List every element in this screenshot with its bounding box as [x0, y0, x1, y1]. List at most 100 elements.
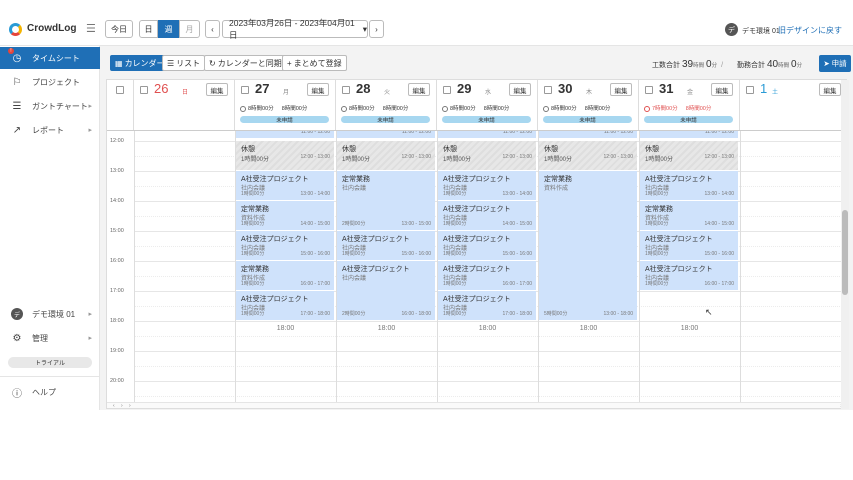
- user-name[interactable]: デモ環境 01: [742, 26, 780, 36]
- day-number: 1: [760, 81, 768, 96]
- time-entry[interactable]: A社受注プロジェクト 社内会議 1時間00分 15:00 - 16:00: [438, 231, 536, 261]
- status-badge[interactable]: 未申請: [543, 116, 632, 124]
- time-entry[interactable]: A社受注プロジェクト 社内会議 1時間00分 16:00 - 17:00: [438, 261, 536, 291]
- day-checkbox[interactable]: [241, 86, 249, 94]
- select-all-checkbox[interactable]: [116, 86, 124, 94]
- time-entry[interactable]: A社受注プロジェクト 社内会議 2時間00分 16:00 - 18:00: [337, 261, 435, 321]
- calendar-sync-button[interactable]: ↻ カレンダーと同期: [204, 55, 287, 71]
- time-entry[interactable]: A社受注プロジェクト 社内会議 1時間00分 13:00 - 14:00: [640, 171, 738, 201]
- status-badge[interactable]: 未申請: [240, 116, 329, 124]
- day-checkbox[interactable]: [443, 86, 451, 94]
- time-entry[interactable]: A社受注プロジェクト 社内会議 1時間00分 13:00 - 14:00: [236, 171, 334, 201]
- time-entry[interactable]: 定常業務 社内会議 2時間00分 13:00 - 15:00: [337, 171, 435, 231]
- scrollbar-thumb[interactable]: [842, 210, 848, 295]
- event-duration: 2時間00分: [342, 221, 366, 227]
- time-entry[interactable]: A社受注プロジェクト 社内会議 1時間00分 14:00 - 15:00: [438, 201, 536, 231]
- scroll-right-icon[interactable]: ›: [121, 403, 123, 408]
- sidebar-item-report[interactable]: ↗ レポート ▸: [0, 119, 100, 141]
- scroll-right-icon[interactable]: ›: [129, 403, 131, 408]
- time-entry[interactable]: 11:00 - 12:00: [640, 130, 738, 139]
- day-checkbox[interactable]: [544, 86, 552, 94]
- sidebar-item-timesheet[interactable]: ◷ タイムシート !: [0, 47, 100, 69]
- event-subtitle: 社内会議: [342, 186, 367, 192]
- trial-badge: トライアル: [8, 357, 92, 368]
- sidebar-item-gantt[interactable]: ☰ ガントチャート ▸: [0, 95, 100, 117]
- chevron-right-icon: ▸: [88, 335, 92, 342]
- sidebar-item-label: デモ環境 01: [32, 309, 76, 319]
- event-duration: 1時間00分: [645, 281, 669, 287]
- time-entry[interactable]: 11:00 - 12:00: [236, 131, 334, 139]
- old-design-link[interactable]: 旧デザインに戻す: [778, 25, 842, 36]
- next-week-button[interactable]: ›: [369, 20, 384, 38]
- bulk-register-button[interactable]: + まとめて登録: [282, 55, 347, 71]
- view-day-button[interactable]: 日: [139, 20, 158, 38]
- time-entry[interactable]: A社受注プロジェクト 社内会議 1時間00分 16:00 - 17:00: [640, 261, 738, 291]
- time-entry[interactable]: A社受注プロジェクト 社内会議 1時間00分 15:00 - 16:00: [337, 231, 435, 261]
- date-range-selector[interactable]: 2023年03月26日 - 2023年04月01日 ▾: [222, 18, 368, 40]
- rest-event[interactable]: 休憩 1時間00分 12:00 - 13:00: [640, 141, 738, 171]
- day-number: 26: [154, 81, 169, 96]
- rest-event[interactable]: 休憩 1時間00分 12:00 - 13:00: [438, 141, 536, 171]
- event-duration: 1時間00分: [241, 251, 265, 257]
- day-checkbox[interactable]: [645, 86, 653, 94]
- time-entry[interactable]: 11:00 - 12:00: [438, 131, 536, 139]
- today-button[interactable]: 今日: [105, 20, 133, 38]
- view-month-button[interactable]: 月: [179, 20, 200, 38]
- status-badge[interactable]: 未申請: [644, 116, 733, 124]
- status-badge[interactable]: 未申請: [341, 116, 430, 124]
- edit-day-button[interactable]: 編集: [408, 83, 430, 96]
- event-time-range: 16:00 - 18:00: [401, 311, 431, 317]
- edit-day-button[interactable]: 編集: [509, 83, 531, 96]
- day-weekday: 日: [182, 90, 189, 96]
- rest-event[interactable]: 休憩 1時間00分 12:00 - 13:00: [236, 141, 334, 171]
- rest-event[interactable]: 休憩 1時間00分 12:00 - 13:00: [539, 141, 637, 171]
- event-time-range: 16:00 - 17:00: [300, 281, 330, 287]
- apply-button[interactable]: ➤ 申請: [819, 55, 851, 72]
- scroll-left-icon[interactable]: ‹: [113, 403, 115, 408]
- time-entry[interactable]: A社受注プロジェクト 社内会議 1時間00分 17:00 - 18:00: [438, 291, 536, 321]
- rest-event[interactable]: 休憩 1時間00分 12:00 - 13:00: [337, 141, 435, 171]
- time-entry[interactable]: A社受注プロジェクト 社内会議 1時間00分 15:00 - 16:00: [640, 231, 738, 261]
- time-entry[interactable]: 定常業務 資料作成 1時間00分 14:00 - 15:00: [640, 201, 738, 231]
- status-badge[interactable]: 未申請: [442, 116, 531, 124]
- edit-day-button[interactable]: 編集: [819, 83, 841, 96]
- sidebar-item-project[interactable]: ⚐ プロジェクト: [0, 71, 100, 93]
- time-entry[interactable]: 定常業務 資料作成 5時間00分 13:00 - 18:00: [539, 171, 637, 321]
- time-entry[interactable]: 定常業務 資料作成 1時間00分 14:00 - 15:00: [236, 201, 334, 231]
- sidebar-item-user[interactable]: デ デモ環境 01 ▸: [0, 303, 100, 325]
- event-duration: 5時間00分: [544, 311, 568, 317]
- user-avatar[interactable]: デ: [725, 23, 738, 36]
- time-entry[interactable]: A社受注プロジェクト 社内会議 1時間00分 15:00 - 16:00: [236, 231, 334, 261]
- list-view-button[interactable]: ☰ リスト: [162, 55, 206, 71]
- day-checkbox[interactable]: [746, 86, 754, 94]
- hamburger-icon[interactable]: ☰: [86, 22, 96, 35]
- time-label: 15:00: [110, 228, 124, 234]
- day-weekday: 土: [772, 90, 779, 96]
- event-time-range: 16:00 - 17:00: [502, 281, 532, 287]
- vertical-scrollbar[interactable]: [841, 80, 849, 409]
- edit-day-button[interactable]: 編集: [307, 83, 329, 96]
- event-time-range: 11:00 - 12:00: [704, 130, 734, 135]
- caret-down-icon: ▾: [362, 23, 367, 34]
- day-checkbox[interactable]: [342, 86, 350, 94]
- edit-day-button[interactable]: 編集: [711, 83, 733, 96]
- edit-day-button[interactable]: 編集: [610, 83, 632, 96]
- sidebar-item-admin[interactable]: ⚙ 管理 ▸: [0, 327, 100, 349]
- date-range-label: 2023年03月26日 - 2023年04月01日: [229, 18, 355, 40]
- sidebar-item-help[interactable]: ⓘ ヘルプ: [0, 381, 100, 403]
- send-icon: ➤: [823, 59, 830, 68]
- time-entry[interactable]: A社受注プロジェクト 社内会議 1時間00分 13:00 - 14:00: [438, 171, 536, 201]
- horizontal-scrollbar[interactable]: ‹ › › ›: [107, 402, 846, 408]
- view-week-button[interactable]: 週: [158, 20, 179, 38]
- time-entry[interactable]: 11:00 - 12:00: [539, 131, 637, 139]
- calendar-view-button[interactable]: ▦ カレンダー: [110, 55, 170, 71]
- time-entry[interactable]: 定常業務 資料作成 1時間00分 16:00 - 17:00: [236, 261, 334, 291]
- event-title: 休憩: [645, 146, 659, 153]
- event-duration: 1時間00分: [241, 221, 265, 227]
- status-check-icon: [644, 105, 650, 112]
- time-entry[interactable]: 11:00 - 12:00: [337, 131, 435, 139]
- time-entry[interactable]: A社受注プロジェクト 社内会議 1時間00分 17:00 - 18:00: [236, 291, 334, 321]
- prev-week-button[interactable]: ‹: [205, 20, 220, 38]
- edit-day-button[interactable]: 編集: [206, 83, 228, 96]
- day-checkbox[interactable]: [140, 86, 148, 94]
